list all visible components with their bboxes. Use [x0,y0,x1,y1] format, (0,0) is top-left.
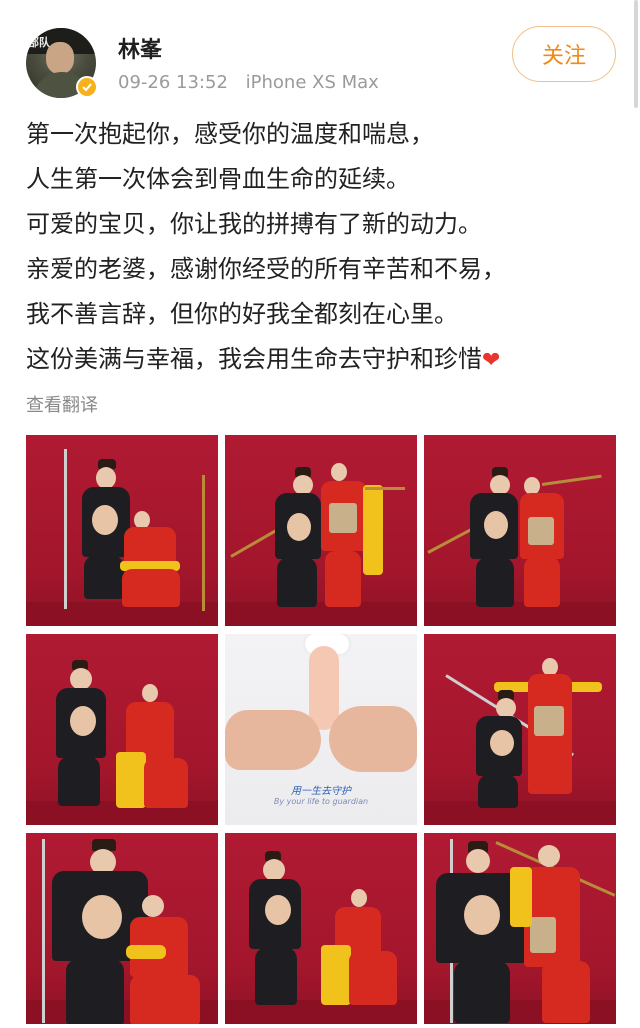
post-line: 可爱的宝贝，你让我的拼搏有了新的动力。 [26,210,482,238]
post-meta: 09-26 13:52 iPhone XS Max [118,72,379,93]
photo-9[interactable] [424,833,616,1024]
post-line: 亲爱的老婆，感谢你经受的所有辛苦和不易， [26,255,506,283]
heart-icon: ❤ [482,348,501,373]
translate-link[interactable]: 查看翻译 [26,391,98,417]
post-line: 人生第一次体会到骨血生命的延续。 [26,165,410,193]
post-header: 部队 林峯 09-26 13:52 iPhone XS Max 关注 [0,0,640,110]
scrollbar[interactable] [634,0,638,108]
follow-button[interactable]: 关注 [512,26,616,82]
photo-caption-sub: By your life to guardian [273,797,369,806]
photo-caption: 用一生去守护 [291,786,351,797]
post-line: 我不善言辞，但你的好我全都刻在心里。 [26,300,458,328]
post-device: iPhone XS Max [245,72,379,93]
post-timestamp: 09-26 13:52 [118,72,228,93]
avatar-text: 部队 [28,36,50,49]
post-line-text: 这份美满与幸福，我会用生命去守护和珍惜 [26,345,482,373]
post-text: 第一次抱起你，感受你的温度和喘息， 人生第一次体会到骨血生命的延续。 可爱的宝贝… [26,112,616,383]
photo-2[interactable] [225,435,417,626]
photo-3[interactable] [424,435,616,626]
post-line-last: 这份美满与幸福，我会用生命去守护和珍惜❤ [26,337,616,383]
post-line: 第一次抱起你，感受你的温度和喘息， [26,120,434,148]
photo-grid: 用一生去守护 By your life to guardian [26,435,616,1025]
photo-1[interactable] [26,435,218,626]
avatar-face [46,42,74,74]
photo-7[interactable] [26,833,218,1024]
photo-8[interactable] [225,833,417,1024]
photo-4[interactable] [26,634,218,825]
photo-6[interactable] [424,634,616,825]
username[interactable]: 林峯 [118,32,162,64]
photo-5[interactable]: 用一生去守护 By your life to guardian [225,634,417,825]
verified-badge-icon [76,76,98,98]
